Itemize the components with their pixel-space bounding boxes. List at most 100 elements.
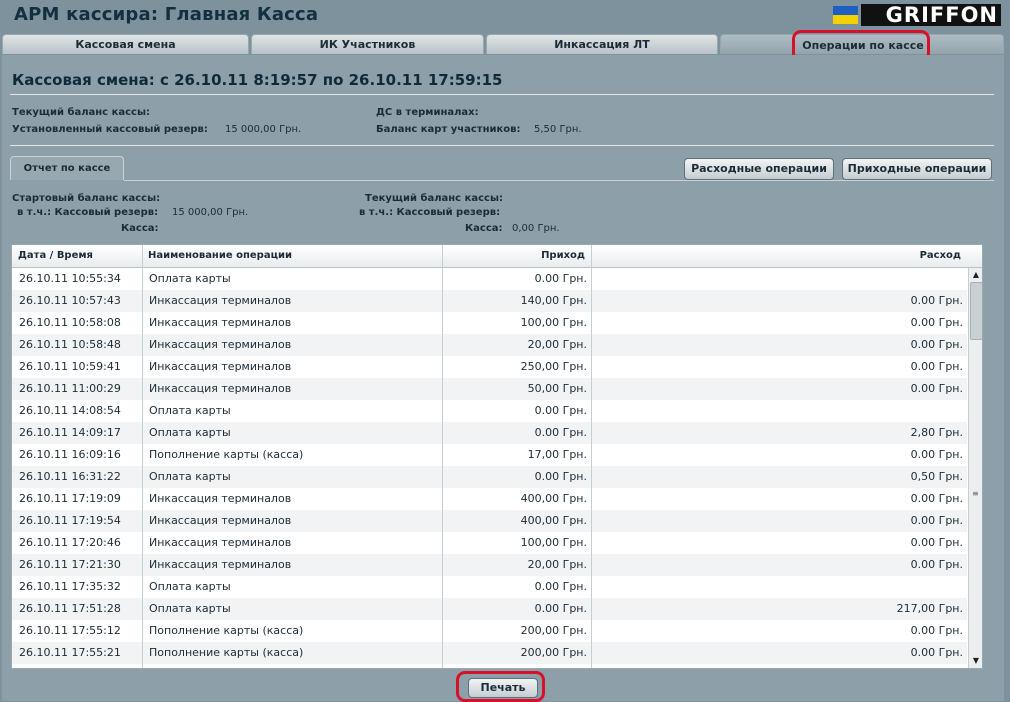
cell-income: 0.00 Грн. — [534, 580, 587, 593]
cell-expense: 0.00 Грн. — [910, 382, 963, 395]
cell-operation: Пополнение карты (касса) — [149, 624, 304, 637]
table-row[interactable]: 26.10.11 17:51:28 Оплата карты 0.00 Грн. 21… — [12, 598, 967, 620]
cell-operation: Оплата карты — [149, 470, 231, 483]
tab-collection-lt[interactable]: Инкассация ЛТ — [486, 34, 718, 54]
tab-cash-shift[interactable]: Кассовая смена — [2, 34, 249, 54]
cell-datetime: 26.10.11 17:19:09 — [19, 492, 121, 505]
current-balance-label: Текущий баланс кассы: — [12, 107, 151, 118]
cell-income: 20,00 Грн. — [527, 338, 587, 351]
scroll-down-icon[interactable]: ▼ — [969, 654, 982, 668]
cell-expense: 0.00 Грн. — [910, 492, 963, 505]
table-row[interactable]: 26.10.11 16:09:16 Пополнение карты (касса… — [12, 444, 967, 466]
cell-expense: 0.00 Грн. — [910, 294, 963, 307]
cur-balance-label: Текущий баланс кассы: — [365, 193, 504, 204]
terminals-label: ДС в терминалах: — [376, 107, 479, 118]
cur-reserve-label: в т.ч.: Кассовый резерв: — [359, 207, 501, 218]
scroll-grip-icon: ≡ — [972, 489, 979, 498]
reserve-label: Установленный кассовый резерв: — [12, 124, 208, 135]
column-divider — [142, 245, 143, 668]
table-row[interactable]: 26.10.11 16:31:22 Оплата карты 0.00 Грн. 0,… — [12, 466, 967, 488]
table-row[interactable]: 26.10.11 11:00:29 Инкассация терминалов 50… — [12, 378, 967, 400]
cell-expense: 217,00 Грн. — [896, 602, 963, 615]
cell-expense: 0.00 Грн. — [910, 316, 963, 329]
table-row[interactable]: 26.10.11 17:19:09 Инкассация терминалов 40… — [12, 488, 967, 510]
cell-operation: Оплата карты — [149, 602, 231, 615]
cell-expense — [591, 268, 967, 290]
income-operations-button[interactable]: Приходные операции — [842, 158, 992, 180]
cell-income: 50,00 Грн. — [527, 382, 587, 395]
column-header-operation[interactable]: Наименование операции — [142, 245, 442, 267]
cell-operation: Инкассация терминалов — [149, 558, 292, 571]
table-scrollbar[interactable]: ▲ ≡ ▼ — [968, 268, 982, 668]
cell-income: 0.00 Грн. — [534, 404, 587, 417]
table-row[interactable]: 26.10.11 17:55:12 Пополнение карты (касса… — [12, 620, 967, 642]
app-title: АРМ кассира: Главная Касса — [14, 4, 319, 25]
scroll-thumb[interactable] — [970, 282, 982, 340]
cell-datetime: 26.10.11 14:09:17 — [19, 426, 121, 439]
table-header: Дата / Время Наименование операции Прихо… — [12, 245, 982, 268]
cell-datetime: 26.10.11 11:00:29 — [19, 382, 121, 395]
tab-cash-report[interactable]: Отчет по кассе — [10, 156, 124, 180]
table-row[interactable]: 26.10.11 14:09:17 Оплата карты 0.00 Грн. 2,… — [12, 422, 967, 444]
table-row[interactable]: 26.10.11 17:20:46 Инкассация терминалов 10… — [12, 532, 967, 554]
cur-cash-label: Касса: — [465, 223, 503, 234]
cell-income: 0.00 Грн. — [534, 272, 587, 285]
cell-datetime: 26.10.11 10:55:34 — [19, 272, 121, 285]
cell-income: 100,00 Грн. — [520, 536, 587, 549]
cell-expense — [591, 400, 967, 422]
cell-operation: Инкассация терминалов — [149, 382, 292, 395]
table-row[interactable]: 26.10.11 17:55:21 Пополнение карты (касса… — [12, 642, 967, 664]
cell-operation: Пополнение карты (касса) — [149, 448, 304, 461]
cell-operation: Инкассация терминалов — [149, 360, 292, 373]
cur-cash-value: 0,00 Грн. — [512, 223, 560, 234]
griffon-logo: GRIFFON — [861, 4, 1001, 26]
cell-income: 200,00 Грн. — [520, 624, 587, 637]
divider — [10, 145, 994, 146]
column-header-expense[interactable]: Расход — [591, 245, 967, 267]
table-row[interactable]: 26.10.11 10:58:48 Инкассация терминалов 20… — [12, 334, 967, 356]
cell-datetime: 26.10.11 17:19:54 — [19, 514, 121, 527]
column-header-income[interactable]: Приход — [442, 245, 591, 267]
cell-operation: Оплата карты — [149, 404, 231, 417]
table-row[interactable]: 26.10.11 17:35:32 Оплата карты 0.00 Грн. — [12, 576, 967, 598]
operations-table: Дата / Время Наименование операции Прихо… — [11, 244, 983, 669]
cell-datetime: 26.10.11 17:21:30 — [19, 558, 121, 571]
highlight-box — [456, 671, 545, 702]
start-balance-label: Стартовый баланс кассы: — [12, 193, 161, 204]
expense-operations-button[interactable]: Расходные операции — [684, 158, 834, 180]
cell-datetime: 26.10.11 10:58:48 — [19, 338, 121, 351]
cell-income: 140,00 Грн. — [520, 294, 587, 307]
scroll-up-icon[interactable]: ▲ — [969, 268, 982, 282]
table-row[interactable]: 26.10.11 10:55:34 Оплата карты 0.00 Грн. — [12, 268, 967, 290]
start-cash-label: Касса: — [121, 223, 159, 234]
cell-datetime: 26.10.11 10:59:41 — [19, 360, 121, 373]
cell-datetime: 26.10.11 17:51:28 — [19, 602, 121, 615]
table-body: 26.10.11 10:55:34 Оплата карты 0.00 Грн. 26… — [12, 268, 967, 664]
cell-expense: 0.00 Грн. — [910, 514, 963, 527]
cell-datetime: 26.10.11 17:55:21 — [19, 646, 121, 659]
table-row[interactable]: 26.10.11 17:19:54 Инкассация терминалов 40… — [12, 510, 967, 532]
table-row[interactable]: 26.10.11 17:21:30 Инкассация терминалов 20… — [12, 554, 967, 576]
cell-operation: Инкассация терминалов — [149, 316, 292, 329]
cell-income: 0.00 Грн. — [534, 470, 587, 483]
table-row[interactable]: 26.10.11 10:57:43 Инкассация терминалов 14… — [12, 290, 967, 312]
table-row[interactable]: 26.10.11 14:08:54 Оплата карты 0.00 Грн. — [12, 400, 967, 422]
cell-expense: 0.00 Грн. — [910, 360, 963, 373]
cell-datetime: 26.10.11 17:20:46 — [19, 536, 121, 549]
cell-income: 20,00 Грн. — [527, 558, 587, 571]
cell-operation: Пополнение карты (касса) — [149, 646, 304, 659]
table-row[interactable]: 26.10.11 10:58:08 Инкассация терминалов 10… — [12, 312, 967, 334]
column-divider — [442, 245, 443, 668]
cell-income: 250,00 Грн. — [520, 360, 587, 373]
cell-expense: 0,50 Грн. — [910, 470, 963, 483]
cell-datetime: 26.10.11 14:08:54 — [19, 404, 121, 417]
cell-datetime: 26.10.11 17:35:32 — [19, 580, 121, 593]
column-header-datetime[interactable]: Дата / Время — [12, 245, 142, 267]
cell-operation: Оплата карты — [149, 580, 231, 593]
tab-participants-ik[interactable]: ИК Участников — [251, 34, 484, 54]
cell-operation: Инкассация терминалов — [149, 294, 292, 307]
start-reserve-value: 15 000,00 Грн. — [172, 207, 249, 218]
table-row[interactable]: 26.10.11 10:59:41 Инкассация терминалов 25… — [12, 356, 967, 378]
cell-datetime: 26.10.11 10:57:43 — [19, 294, 121, 307]
cell-income: 400,00 Грн. — [520, 514, 587, 527]
